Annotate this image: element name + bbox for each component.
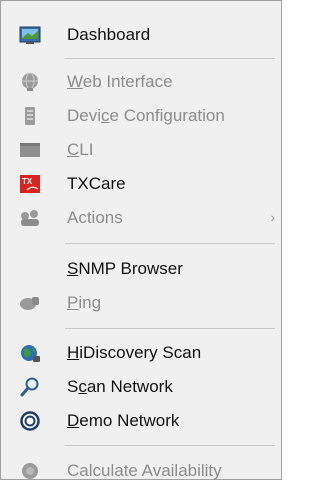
- magnifier-icon: [19, 377, 41, 397]
- menu-item-scan-network[interactable]: Scan Network: [1, 372, 279, 402]
- menu-item-label: CLI: [67, 140, 94, 159]
- device-config-icon: [19, 106, 41, 126]
- menu-item-label: Web Interface: [67, 72, 173, 91]
- menu-separator: [65, 58, 275, 59]
- menu-item-demo-network[interactable]: Demo Network: [1, 406, 279, 436]
- actions-icon: [19, 208, 41, 228]
- menu-item-label: Device Configuration: [67, 106, 225, 125]
- context-menu: Dashboard Web Interface Device Configura…: [0, 0, 282, 480]
- menu-separator: [65, 445, 275, 446]
- menu-item-hidiscovery-scan[interactable]: HiDiscovery Scan: [1, 338, 279, 368]
- menu-item-ping[interactable]: Ping: [1, 288, 279, 318]
- cli-terminal-icon: [19, 140, 41, 160]
- svg-text:TX: TX: [22, 177, 33, 186]
- menu-item-actions[interactable]: Actions ›: [1, 203, 279, 233]
- menu-item-label: Ping: [67, 293, 102, 312]
- menu-item-cli[interactable]: CLI: [1, 135, 279, 165]
- ping-icon: [19, 293, 41, 313]
- menu-item-web-interface[interactable]: Web Interface: [1, 67, 279, 97]
- menu-item-snmp-browser[interactable]: SNMP Browser: [1, 254, 279, 284]
- menu-item-dashboard[interactable]: Dashboard: [1, 20, 279, 50]
- menu-item-txcare[interactable]: TX TXCare: [1, 169, 279, 199]
- submenu-arrow-icon: ›: [270, 209, 275, 225]
- menu-separator: [65, 243, 275, 244]
- menu-item-label: Actions: [67, 208, 123, 227]
- menu-item-label: Scan Network: [67, 377, 173, 396]
- dashboard-icon: [19, 25, 41, 45]
- txcare-icon: TX: [19, 174, 41, 194]
- menu-item-label: HiDiscovery Scan: [67, 343, 202, 362]
- menu-item-label: Dashboard: [67, 25, 151, 44]
- menu-item-label: Demo Network: [67, 411, 180, 430]
- hidiscovery-globe-icon: [19, 343, 41, 363]
- menu-item-label: Calculate Availability: [67, 461, 222, 480]
- demo-network-icon: [19, 411, 41, 431]
- menu-item-label: TXCare: [67, 174, 126, 193]
- calculate-icon: [19, 461, 41, 481]
- menu-item-label: SNMP Browser: [67, 259, 183, 278]
- globe-icon: [19, 72, 41, 92]
- menu-item-device-configuration[interactable]: Device Configuration: [1, 101, 279, 131]
- menu-separator: [65, 328, 275, 329]
